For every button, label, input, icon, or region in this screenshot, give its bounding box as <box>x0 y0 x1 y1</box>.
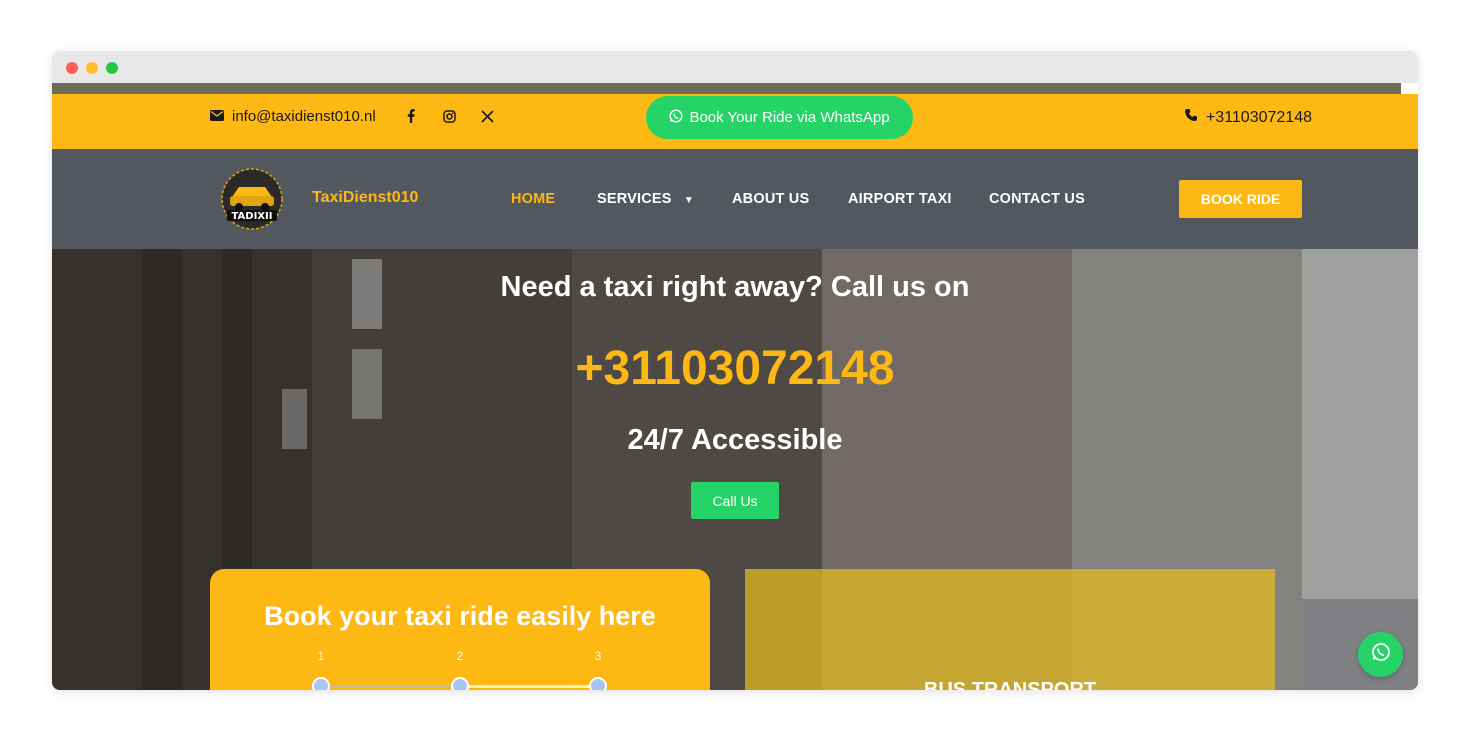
phone-icon <box>1184 108 1198 127</box>
nav-services-label: SERVICES <box>597 191 672 207</box>
main-navbar: TADIXII TaxiDienst010 HOME SERVICES ▼ AB… <box>52 149 1418 249</box>
top-strip <box>52 83 1401 94</box>
nav-services[interactable]: SERVICES ▼ <box>597 191 694 207</box>
browser-titlebar <box>52 51 1418 83</box>
phone-link[interactable]: +31103072148 <box>1184 108 1312 127</box>
call-us-button[interactable]: Call Us <box>691 482 779 519</box>
nav-contact-us[interactable]: CONTACT US <box>989 191 1085 207</box>
step-remaining-line <box>460 685 598 688</box>
chevron-down-icon: ▼ <box>683 195 695 206</box>
step-number-1: 1 <box>317 649 325 663</box>
nav-about-us[interactable]: ABOUT US <box>732 191 809 207</box>
nav-airport-taxi[interactable]: AIRPORT TAXI <box>848 191 952 207</box>
booking-card: Book your taxi ride easily here 1 2 3 <box>210 569 710 690</box>
taxi-logo[interactable]: TADIXII <box>217 167 287 231</box>
whatsapp-booking-button[interactable]: Book Your Ride via WhatsApp <box>646 96 913 139</box>
hero-title: Need a taxi right away? Call us on <box>500 271 970 303</box>
x-icon[interactable] <box>480 109 494 123</box>
floating-whatsapp-button[interactable] <box>1358 632 1403 677</box>
hero-subtitle: 24/7 Accessible <box>627 424 843 456</box>
step-number-3: 3 <box>594 649 602 663</box>
facebook-icon[interactable] <box>404 109 418 123</box>
step-dot-3[interactable] <box>589 677 607 690</box>
step-dot-2[interactable] <box>451 677 469 690</box>
whatsapp-button-label: Book Your Ride via WhatsApp <box>689 109 890 126</box>
top-bar: info@taxidienst010.nl Book Your Ride via… <box>52 94 1418 149</box>
hero-section: Need a taxi right away? Call us on +3110… <box>52 249 1418 690</box>
close-window-button[interactable] <box>66 62 78 74</box>
step-number-2: 2 <box>456 649 464 663</box>
svg-text:TADIXII: TADIXII <box>232 211 273 222</box>
booking-card-title: Book your taxi ride easily here <box>264 601 656 631</box>
phone-text: +31103072148 <box>1205 108 1312 126</box>
hero-phone-number[interactable]: +31103072148 <box>52 341 1418 396</box>
email-text: info@taxidienst010.nl <box>232 107 376 125</box>
whatsapp-icon <box>669 108 683 127</box>
browser-window: info@taxidienst010.nl Book Your Ride via… <box>52 51 1418 690</box>
envelope-icon <box>210 108 224 125</box>
brand-name[interactable]: TaxiDienst010 <box>312 189 418 207</box>
instagram-icon[interactable] <box>442 109 456 123</box>
step-dot-1[interactable] <box>312 677 330 690</box>
whatsapp-icon <box>1371 642 1391 667</box>
minimize-window-button[interactable] <box>86 62 98 74</box>
maximize-window-button[interactable] <box>106 62 118 74</box>
book-ride-button[interactable]: BOOK RIDE <box>1179 180 1302 218</box>
email-link[interactable]: info@taxidienst010.nl <box>210 107 376 125</box>
step-progress-line <box>321 685 460 688</box>
nav-home[interactable]: HOME <box>511 191 555 207</box>
bus-transport-card[interactable]: BUS TRANSPORT <box>745 569 1275 690</box>
bus-transport-title: BUS TRANSPORT <box>923 679 1097 690</box>
